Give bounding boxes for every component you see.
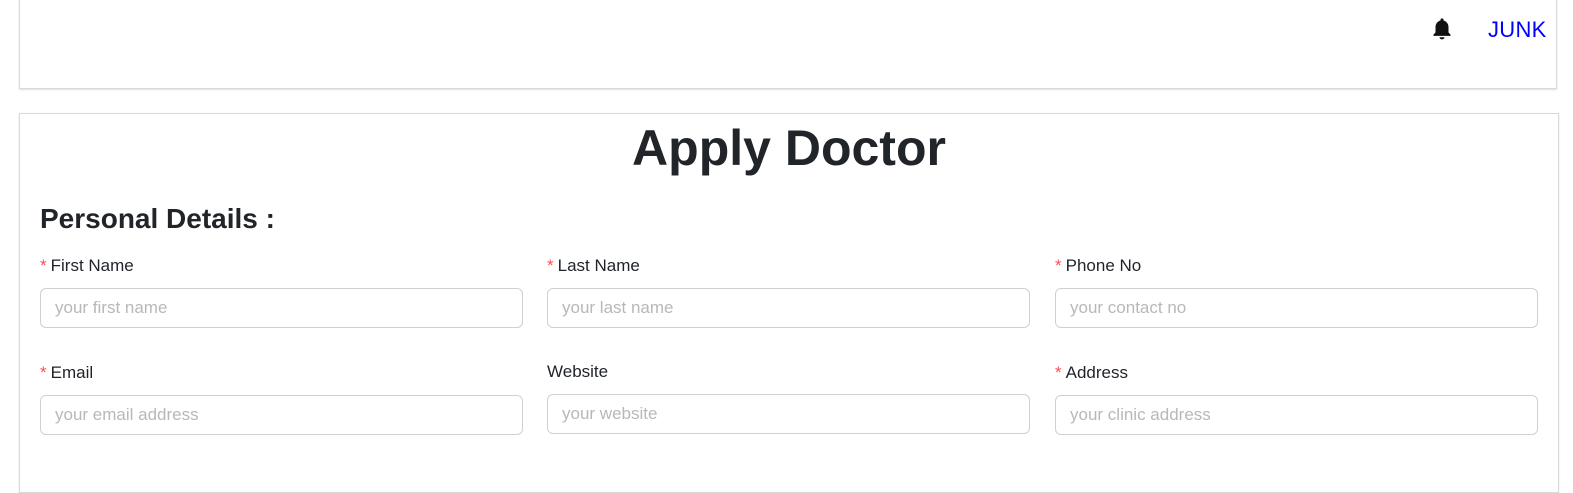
- phone-no-field: * Phone No: [1055, 255, 1538, 328]
- last-name-label: * Last Name: [547, 256, 640, 275]
- top-header: JUNK: [19, 0, 1557, 89]
- email-label: * Email: [40, 363, 94, 382]
- last-name-field: * Last Name: [547, 255, 1030, 328]
- phone-no-input[interactable]: [1055, 288, 1538, 328]
- page-title: Apply Doctor: [632, 120, 946, 176]
- user-name-link[interactable]: JUNK: [1488, 17, 1547, 43]
- phone-no-label: * Phone No: [1055, 256, 1142, 275]
- website-field: Website: [547, 361, 1030, 434]
- last-name-input[interactable]: [547, 288, 1030, 328]
- required-marker: *: [1055, 363, 1062, 382]
- address-field: * Address: [1055, 362, 1538, 435]
- required-marker: *: [40, 363, 47, 382]
- email-field: * Email: [40, 362, 523, 435]
- website-label: Website: [547, 362, 609, 381]
- required-marker: *: [547, 256, 554, 275]
- email-input[interactable]: [40, 395, 523, 435]
- apply-doctor-card: Apply Doctor Personal Details : * First N…: [19, 113, 1559, 493]
- website-input[interactable]: [547, 394, 1030, 434]
- address-label: * Address: [1055, 363, 1128, 382]
- first-name-field: * First Name: [40, 255, 523, 328]
- first-name-label: * First Name: [40, 256, 134, 275]
- required-marker: *: [1055, 256, 1062, 275]
- address-input[interactable]: [1055, 395, 1538, 435]
- bell-icon[interactable]: [1429, 16, 1455, 42]
- first-name-input[interactable]: [40, 288, 523, 328]
- required-marker: *: [40, 256, 47, 275]
- section-title-personal-details: Personal Details :: [40, 203, 275, 234]
